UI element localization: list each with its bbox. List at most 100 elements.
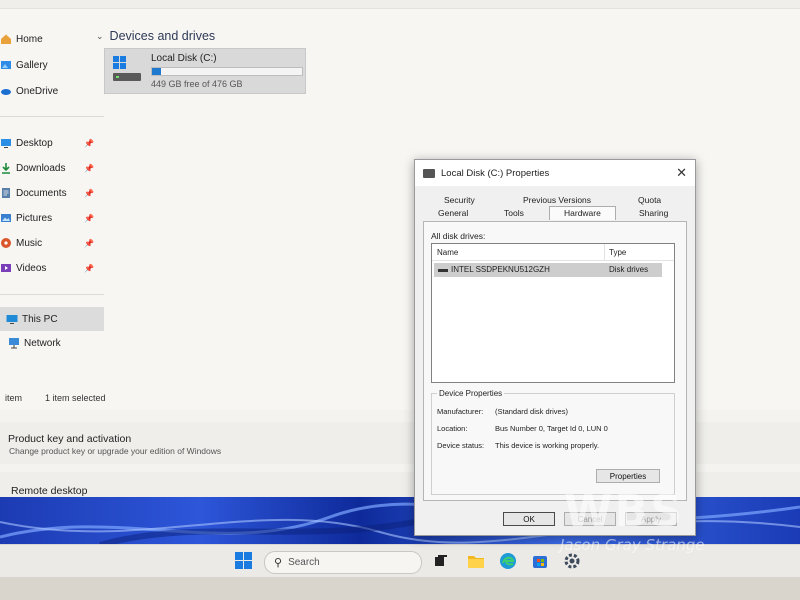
taskbar-settings[interactable] [561,550,583,572]
computer-icon [6,313,18,325]
drives-label: All disk drives: [431,231,486,241]
group-title: Device Properties [437,389,505,398]
drive-type: Disk drives [609,265,649,274]
disk-drives-list[interactable]: Name Type INTEL SSDPEKNU512GZH Disk driv… [431,243,675,383]
settings-item-title: Product key and activation [8,433,132,445]
pictures-icon [0,212,12,224]
device-properties-group: Device Properties Manufacturer: (Standar… [431,389,675,495]
music-icon [0,237,12,249]
nav-label: OneDrive [16,85,59,97]
column-divider[interactable] [604,244,605,260]
task-view-button[interactable] [430,550,452,572]
tab-sharing[interactable]: Sharing [639,207,668,220]
gear-icon [564,553,580,569]
list-item[interactable]: INTEL SSDPEKNU512GZH Disk drives [434,263,662,277]
drive-free-space: 449 GB free of 476 GB [151,79,243,89]
settings-item-subtitle: Change product key or upgrade your editi… [9,446,222,456]
nav-label: Downloads [16,162,66,174]
nav-item-gallery[interactable]: Gallery [0,53,104,77]
monitor-bezel [0,577,800,600]
taskbar: ⚲ Search [0,544,800,578]
nav-label: Home [16,33,43,45]
manufacturer-label: Manufacturer: [437,407,484,416]
nav-item-downloads[interactable]: Downloads 📌 [0,156,104,180]
drive-icon [111,55,143,83]
nav-label: Music [16,237,43,249]
nav-label: Videos [16,262,47,274]
disk-properties-dialog: Local Disk (C:) Properties ✕ Security Pr… [414,159,696,536]
nav-label: Pictures [16,212,53,224]
documents-icon [0,187,12,199]
column-header-name[interactable]: Name [437,248,458,257]
pin-icon: 📌 [84,188,94,198]
apply-button[interactable]: Apply [625,512,677,526]
close-icon[interactable]: ✕ [676,165,687,181]
nav-item-onedrive[interactable]: OneDrive [0,79,104,103]
chevron-down-icon: ⌄ [96,30,104,41]
downloads-icon [0,162,12,174]
taskbar-edge[interactable] [497,550,519,572]
nav-label: Documents [16,187,67,199]
status-bar: item 1 item selected [0,390,410,406]
pin-icon: 📌 [84,213,94,223]
device-status-value: This device is working properly. [495,441,600,450]
tab-quota[interactable]: Quota [638,194,661,207]
pin-icon: 📌 [84,263,94,273]
nav-item-documents[interactable]: Documents 📌 [0,181,104,205]
task-view-icon [435,555,447,566]
taskbar-store[interactable] [529,550,551,572]
tab-strip-bottom: General Tools Hardware Sharing [423,206,687,221]
nav-item-desktop[interactable]: Desktop 📌 [0,131,104,155]
home-icon [0,33,12,45]
settings-item-title: Remote desktop [11,485,88,497]
manufacturer-value: (Standard disk drives) [495,407,568,416]
nav-label: Desktop [16,137,53,149]
status-selection: 1 item selected [45,393,106,403]
section-title: Devices and drives [109,29,216,43]
taskbar-search[interactable]: ⚲ Search [264,551,422,574]
list-header: Name Type [432,244,674,261]
gallery-icon [0,59,12,71]
nav-item-home[interactable]: Home [0,27,104,51]
start-button[interactable] [233,550,255,572]
nav-divider [0,294,104,295]
cancel-button[interactable]: Cancel [564,512,616,526]
tab-general[interactable]: General [438,207,468,220]
nav-label: Gallery [16,59,48,71]
location-value: Bus Number 0, Target Id 0, LUN 0 [495,424,608,433]
drive-model: INTEL SSDPEKNU512GZH [451,265,550,274]
pin-icon: 📌 [84,138,94,148]
nav-divider [0,116,104,117]
nav-item-network[interactable]: Network [0,331,104,355]
dialog-titlebar[interactable]: Local Disk (C:) Properties ✕ [415,160,695,186]
navigation-pane: Home Gallery OneDrive Desktop 📌 Download… [0,24,104,394]
taskbar-file-explorer[interactable] [465,550,487,572]
explorer-toolbar [0,0,800,9]
drive-tile-c[interactable]: Local Disk (C:) 449 GB free of 476 GB [104,48,306,94]
edge-icon [500,553,516,569]
nav-item-pictures[interactable]: Pictures 📌 [0,206,104,230]
tab-tools[interactable]: Tools [504,207,524,220]
drive-usage-bar [151,67,303,76]
tab-hardware[interactable]: Hardware [549,206,616,220]
network-icon [8,337,20,349]
location-label: Location: [437,424,468,433]
properties-button[interactable]: Properties [596,469,660,483]
videos-icon [0,262,12,274]
tab-security[interactable]: Security [444,194,475,207]
column-header-type[interactable]: Type [609,248,626,257]
pin-icon: 📌 [84,238,94,248]
nav-item-music[interactable]: Music 📌 [0,231,104,255]
drive-icon [423,168,435,178]
nav-item-this-pc[interactable]: This PC [0,307,104,331]
nav-label: Network [24,337,61,349]
nav-item-videos[interactable]: Videos 📌 [0,256,104,280]
ok-button[interactable]: OK [503,512,555,526]
hardware-tab-page: All disk drives: Name Type INTEL SSDPEKN… [423,221,687,501]
store-icon [533,556,547,568]
device-status-label: Device status: [437,441,485,450]
folder-icon [468,556,484,568]
section-header-devices[interactable]: ⌄ Devices and drives [96,29,215,43]
drive-usage-fill [152,68,161,75]
status-item-count: item [5,393,23,403]
